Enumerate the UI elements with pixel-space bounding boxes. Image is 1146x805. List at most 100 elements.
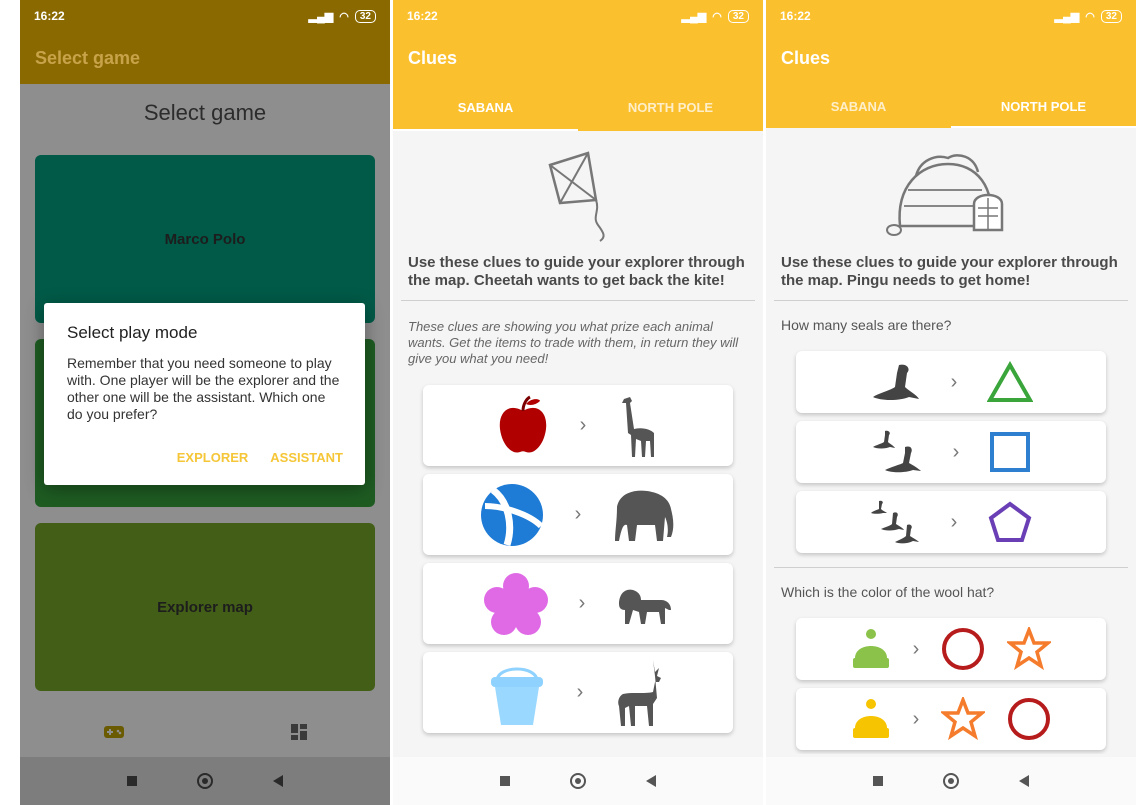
chevron-right-icon: › [574,503,582,525]
tab-sabana[interactable]: SABANA [393,84,578,131]
clue-card: › [423,385,733,466]
battery-icon: 32 [1100,9,1122,23]
clue-card: › [796,351,1106,413]
explorer-button[interactable]: EXPLORER [177,450,249,465]
beach-ball-icon [479,482,545,548]
triangle-icon [987,361,1034,403]
signal-icon: ▂▄▆ [681,10,707,23]
system-nav-bar [20,757,390,805]
seal-icon [869,361,921,403]
circle-icon [941,627,985,671]
square-icon [989,431,1031,473]
clue-card: › [423,652,733,733]
status-icons: ▂▄▆ ◠ 32 [1055,9,1122,23]
app-bar-title: Clues [766,32,1136,84]
back-button[interactable] [273,775,283,787]
recents-button[interactable] [873,776,883,786]
app-bar-title: Clues [393,32,763,84]
tab-bar: SABANA NORTH POLE [393,84,763,131]
giraffe-icon [616,393,660,459]
chevron-right-icon: › [912,637,920,660]
home-button[interactable] [197,773,213,789]
igloo-icon [766,128,1136,254]
status-bar: 16:22 ▂▄▆ ◠ 32 [393,0,763,32]
game-card-label: Explorer map [157,598,253,616]
clue-card: › [796,618,1106,680]
star-icon [1007,627,1052,671]
tab-north-pole[interactable]: NORTH POLE [951,83,1136,128]
bucket-icon [487,659,547,727]
status-bar: 16:22 ▂▄▆ ◠ 32 [766,0,1136,32]
dialog-actions: EXPLORER ASSISTANT [177,450,343,465]
chevron-right-icon: › [579,414,587,436]
recents-button[interactable] [127,776,137,786]
tab-north-pole[interactable]: NORTH POLE [578,84,763,131]
status-time: 16:22 [34,9,65,23]
dashboard-icon[interactable] [290,723,308,741]
status-icons: ▂▄▆ ◠ 32 [681,9,749,23]
select-game-screen: 16:22 ▂▄▆ ◠ 32 Select game Select game M… [20,0,390,805]
lion-icon [615,582,673,626]
bottom-navigation [20,707,390,757]
clues-note: These clues are showing you what prize e… [408,319,739,366]
battery-icon: 32 [354,9,376,23]
clues-scroll[interactable]: Use these clues to guide your explorer t… [766,128,1136,754]
home-button[interactable] [570,773,586,789]
clues-intro: Use these clues to guide your explorer t… [781,254,1118,289]
dialog-title: Select play mode [67,323,198,342]
clues-north-pole-screen: 16:22 ▂▄▆ ◠ 32 Clues SABANA NORTH POLE U… [766,0,1136,805]
chevron-right-icon: › [576,681,584,703]
wifi-icon: ◠ [1085,10,1095,23]
clue-card: › [796,491,1106,553]
clue-card: › [423,563,733,644]
back-button[interactable] [1019,775,1029,787]
tab-bar: SABANA NORTH POLE [766,83,1136,128]
circle-icon [1007,697,1051,741]
clue-card: › [423,474,733,555]
wifi-icon: ◠ [339,10,349,23]
clue-card: › [796,421,1106,483]
status-time: 16:22 [780,9,811,23]
play-mode-dialog: Select play mode Remember that you need … [44,303,365,485]
tab-sabana[interactable]: SABANA [766,83,951,128]
elephant-icon [611,487,677,543]
clues-intro: Use these clues to guide your explorer t… [408,254,745,289]
wifi-icon: ◠ [712,10,722,23]
status-time: 16:22 [407,9,438,23]
app-bar-title: Select game [20,32,390,84]
chevron-right-icon: › [950,370,958,393]
gamepad-icon[interactable] [103,725,125,739]
dialog-message: Remember that you need someone to play w… [67,355,340,422]
gazelle-icon [613,658,669,728]
seals-two-icon [871,429,923,475]
status-icons: ▂▄▆ ◠ 32 [308,9,376,23]
battery-icon: 32 [727,9,749,23]
clues-sabana-screen: 16:22 ▂▄▆ ◠ 32 Clues SABANA NORTH POLE U… [393,0,763,805]
clues-scroll[interactable]: Use these clues to guide your explorer t… [393,131,763,757]
chevron-right-icon: › [578,592,586,614]
clue-card: › [796,688,1106,750]
home-button[interactable] [943,773,959,789]
signal-icon: ▂▄▆ [308,10,334,23]
game-card-explorer-map[interactable]: Explorer map [35,523,375,691]
question-wool-hat: Which is the color of the wool hat? [781,584,995,600]
system-nav-bar [393,757,763,805]
back-button[interactable] [646,775,656,787]
kite-icon [393,131,763,254]
chevron-right-icon: › [950,510,958,533]
wool-hat-icon [851,628,891,670]
chevron-right-icon: › [912,707,920,730]
assistant-button[interactable]: ASSISTANT [270,450,343,465]
game-card-label: Marco Polo [164,230,246,248]
system-nav-bar [766,757,1136,805]
page-title: Select game [143,100,267,125]
game-card-marco-polo[interactable]: Marco Polo [35,155,375,323]
wool-hat-icon [851,698,891,740]
star-icon [941,697,986,741]
status-bar: 16:22 ▂▄▆ ◠ 32 [20,0,390,32]
seals-three-icon [869,499,921,545]
pentagon-icon [987,500,1033,544]
chevron-right-icon: › [952,440,960,463]
apple-icon [496,395,550,457]
recents-button[interactable] [500,776,510,786]
